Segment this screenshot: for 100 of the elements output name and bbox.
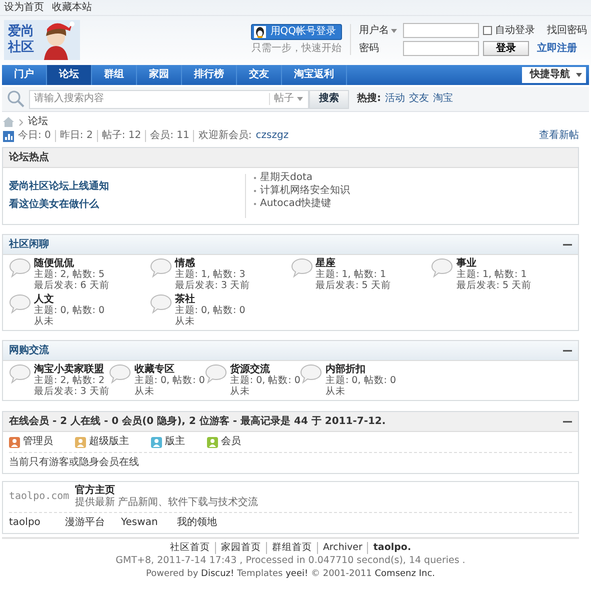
speech-bubble-icon (9, 364, 31, 384)
forum-last-post: 从未 (34, 316, 55, 327)
category-title[interactable]: 网购交流 (9, 344, 49, 356)
speech-bubble-icon (9, 294, 31, 314)
site-logo[interactable]: 爱尚 社区 (4, 20, 80, 60)
forum-last-post: 从未 (134, 386, 156, 397)
recover-password-link[interactable]: 找回密码 (547, 24, 587, 36)
forum-last-post: 最后发表: 5 天前 (456, 280, 532, 291)
top-link[interactable]: 收藏本站 (52, 2, 92, 14)
hot-search-link[interactable]: 活动 (385, 93, 405, 105)
forum-last-post: 最后发表: 3 天前 (34, 386, 110, 397)
category-title[interactable]: 社区闲聊 (9, 238, 49, 250)
forum-name-link[interactable]: 事业 (456, 258, 532, 269)
login-button[interactable]: 登录 (483, 41, 529, 56)
legend-label: 超级版主 (89, 436, 129, 448)
featured-thread-link[interactable]: 爱尚社区论坛上线通知 (9, 181, 239, 193)
friend-link[interactable]: Yeswan (121, 517, 177, 529)
username-field[interactable] (403, 23, 479, 38)
forum-stats: 主题: 2, 帖数: 5 (34, 269, 106, 280)
stat-text: 今日: 0 (18, 130, 51, 142)
forum-stats: 主题: 0, 帖数: 0 (34, 305, 105, 316)
forum-stats: 主题: 0, 帖数: 0 (325, 375, 396, 386)
friend-link[interactable]: taolpo (9, 517, 65, 529)
legend-label: 管理员 (23, 436, 53, 448)
thread-link[interactable]: 星期天dota (254, 172, 350, 184)
forum-name-link[interactable]: 货源交流 (230, 364, 300, 375)
logo-text: 爱尚 (8, 24, 34, 40)
home-icon[interactable] (3, 117, 14, 127)
search-button[interactable]: 搜索 (309, 90, 349, 108)
hot-search-link[interactable]: 淘宝 (433, 93, 453, 105)
speech-bubble-icon (109, 364, 132, 384)
quick-nav-button[interactable]: 快捷导航 (522, 67, 586, 83)
hot-search-label: 热搜: (357, 93, 381, 105)
online-note: 当前只有游客或隐身会员在线 (8, 456, 140, 470)
breadcrumb-link[interactable]: 论坛 (28, 116, 48, 128)
powered-by-text: Powered by Discuz! Templates yeei! © 2001-2011 Comsenz Inc. (146, 568, 436, 580)
register-link[interactable]: 立即注册 (537, 42, 577, 54)
nav-tab[interactable]: 交友 (237, 65, 282, 85)
nav-tab[interactable]: 淘宝返利 (282, 65, 347, 85)
forum-last-post: 从未 (230, 386, 251, 397)
partner-logo-link[interactable]: taolpo.com (9, 491, 67, 503)
hot-search-link[interactable]: 交友 (409, 93, 429, 105)
legend-label: 会员 (221, 436, 241, 448)
auto-login-checkbox[interactable]: 自动登录 (483, 24, 539, 36)
new-member-link[interactable]: czszgz (256, 130, 289, 142)
footer-link[interactable]: 家园首页 (214, 542, 261, 554)
nav-tab[interactable]: 排行榜 (182, 65, 237, 85)
forum-name-link[interactable]: 随便侃侃 (34, 258, 110, 269)
top-link[interactable]: 设为首页 (4, 2, 44, 14)
forum-name-link[interactable]: 星座 (316, 258, 391, 269)
partner-title-link[interactable]: 官方主页 (75, 485, 258, 497)
footer-link[interactable]: 群组首页 (266, 542, 312, 554)
nav-tab[interactable]: 家园 (137, 65, 182, 85)
speech-bubble-icon (9, 258, 31, 278)
qq-login-button[interactable]: 用QQ帐号登录 (251, 24, 342, 40)
forum-name-link[interactable]: 茶社 (174, 294, 246, 305)
stat-text: 欢迎新会员: (193, 130, 252, 142)
speech-bubble-icon (150, 294, 172, 314)
forum-name-link[interactable]: 收藏专区 (134, 364, 205, 375)
forum-last-post: 从未 (174, 316, 196, 327)
forum-stats: 主题: 1, 帖数: 3 (174, 269, 246, 280)
forum-stats: 主题: 0, 帖数: 0 (134, 375, 205, 386)
caret-icon[interactable] (391, 28, 397, 32)
footer-link[interactable]: 社区首页 (170, 542, 210, 554)
footer-info: GMT+8, 2011-7-14 17:43 , Processed in 0.047710 second(s), 14 queries . (116, 555, 466, 567)
password-label: 密码 (359, 42, 380, 54)
nav-tab[interactable]: 论坛 (47, 65, 92, 85)
footer-link[interactable]: taolpo. (367, 542, 412, 554)
friend-link[interactable]: 我的领地 (177, 517, 233, 529)
legend-label: 版主 (165, 436, 185, 448)
thread-link[interactable]: Autocad快捷键 (254, 198, 350, 210)
stat-text: 帖子: 12 (96, 130, 142, 142)
speech-bubble-icon (300, 364, 322, 384)
forum-last-post: 从未 (325, 386, 346, 397)
username-label[interactable]: 用户名 (359, 24, 389, 36)
speech-bubble-icon (150, 258, 172, 278)
forum-stats: 主题: 0, 帖数: 0 (230, 375, 300, 386)
forum-name-link[interactable]: 情感 (174, 258, 250, 269)
footer-link[interactable]: Archiver (316, 542, 362, 554)
friend-link[interactable]: 漫游平台 (65, 517, 121, 529)
nav-tab[interactable]: 群组 (92, 65, 137, 85)
new-posts-link[interactable]: 查看新帖 (539, 130, 579, 142)
penguin-icon (254, 26, 266, 38)
chart-icon (3, 130, 14, 142)
speech-bubble-icon (290, 258, 312, 278)
thread-link[interactable]: 计算机网络安全知识 (254, 185, 350, 197)
forum-name-link[interactable]: 内部折扣 (325, 364, 396, 375)
search-icon (7, 90, 25, 108)
chevron-icon (19, 118, 23, 126)
speech-bubble-icon (204, 364, 227, 384)
featured-thread-link[interactable]: 看这位美女在做什么 (9, 199, 239, 211)
speech-bubble-icon (431, 258, 454, 278)
search-field[interactable]: 请输入搜索内容 帖子 (29, 90, 309, 108)
forum-stats: 主题: 2, 帖数: 2 (34, 375, 106, 386)
search-type-dropdown[interactable]: 帖子 (269, 93, 308, 105)
password-field[interactable] (403, 41, 479, 56)
forum-name-link[interactable]: 淘宝小卖家联盟 (34, 364, 110, 375)
qq-login-hint: 只需一步，快速开始 (252, 43, 342, 55)
forum-name-link[interactable]: 人文 (34, 294, 105, 305)
stat-text: 昨日: 2 (54, 130, 93, 142)
